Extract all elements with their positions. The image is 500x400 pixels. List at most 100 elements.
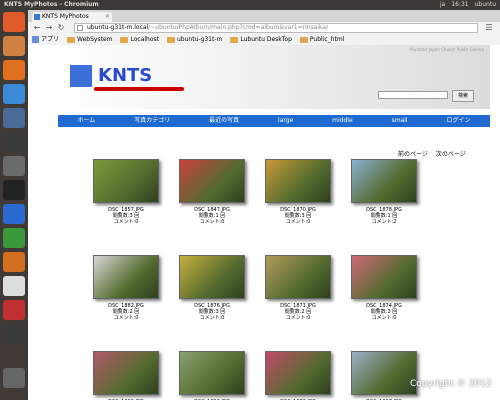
photo-card[interactable]: DSC_1860.JPG閲覧数:0 回コメント:0 xyxy=(86,351,166,400)
calc-icon[interactable] xyxy=(3,228,25,248)
nav-small[interactable]: small xyxy=(386,115,414,127)
url-path: /~ubuntu/PhpAlbum/main.php?cmd=album&var… xyxy=(148,24,329,31)
chromium-icon[interactable] xyxy=(3,84,25,104)
nav-recent[interactable]: 最近の写真 xyxy=(203,115,245,127)
photo-thumbnail[interactable] xyxy=(265,255,331,299)
site-logo[interactable]: KNTS xyxy=(70,59,190,93)
nav-large[interactable]: large xyxy=(272,115,299,127)
search-input[interactable] xyxy=(378,91,448,99)
toolbar: ← → ↻ ubuntu-g31t-m.local/~ubuntu/PhpAlb… xyxy=(28,22,500,34)
bookmark-lubuntu-desktop[interactable]: Lubuntu DeskTop xyxy=(230,34,292,45)
console-icon[interactable] xyxy=(3,180,25,200)
bookmark-label: Public_html xyxy=(309,36,345,43)
bookmark-apps[interactable]: アプリ xyxy=(32,34,59,45)
photo-comments: コメント:0 xyxy=(113,315,139,321)
browser-window: KNTS MyPhotos ✕ ← → ↻ ubuntu-g31t-m.loca… xyxy=(28,10,500,400)
photo-thumbnail[interactable] xyxy=(351,159,417,203)
workspace-icon[interactable] xyxy=(3,324,25,344)
dash-icon[interactable] xyxy=(3,12,25,32)
photo-card[interactable]: DSC_1871.JPG 閲覧数:2 回コメント:0 xyxy=(258,255,338,321)
clock[interactable]: 16:31 xyxy=(451,1,468,8)
bookmark-label: WebSystem xyxy=(77,36,113,43)
photo-thumbnail[interactable] xyxy=(93,255,159,299)
bookmark-websystem[interactable]: WebSystem xyxy=(67,34,112,45)
folder-icon xyxy=(67,36,76,43)
folder-icon xyxy=(167,36,175,43)
menu-icon[interactable]: ☰ xyxy=(484,23,494,33)
folder-icon xyxy=(299,36,308,43)
photo-card[interactable]: DSC_1882.JPG 閲覧数:2 回コメント:0 xyxy=(86,255,166,321)
user-menu[interactable]: ubuntu xyxy=(475,1,496,8)
photo-thumbnail[interactable] xyxy=(179,159,245,203)
tab-title: KNTS MyPhotos xyxy=(42,13,89,20)
bookmark-label: Localhost xyxy=(130,36,159,43)
address-bar[interactable]: ubuntu-g31t-m.local/~ubuntu/PhpAlbum/mai… xyxy=(74,23,478,33)
terminal-icon[interactable] xyxy=(3,132,25,152)
logo-text: KNTS xyxy=(98,65,153,86)
settings-icon[interactable] xyxy=(3,108,25,128)
apps-icon xyxy=(32,36,39,43)
window-title: KNTS MyPhotos - Chromium xyxy=(4,1,99,8)
bookmark-public-html[interactable]: Public_html xyxy=(299,34,345,45)
firefox-icon[interactable] xyxy=(3,60,25,80)
prev-page-link[interactable]: 前のページ xyxy=(398,149,428,158)
photo-comments: コメント:2 xyxy=(371,219,397,225)
thunderbird-icon[interactable] xyxy=(3,252,25,272)
photo-thumbnail[interactable] xyxy=(351,255,417,299)
photo-card[interactable]: DSC_1867.JPG閲覧数:0 回コメント:0 xyxy=(344,351,424,400)
photo-thumbnail[interactable] xyxy=(93,159,159,203)
bookmark-ubuntu-g31t-m[interactable]: ubuntu-g31t-m xyxy=(167,34,222,45)
folder-icon xyxy=(120,36,129,43)
close-tab-icon[interactable]: ✕ xyxy=(105,12,110,22)
input-method-indicator[interactable]: ja xyxy=(440,1,445,8)
text-editor-icon[interactable] xyxy=(3,156,25,176)
photo-thumbnail[interactable] xyxy=(351,351,417,395)
photo-thumbnail[interactable] xyxy=(265,351,331,395)
next-page-link[interactable]: 次のページ xyxy=(436,149,466,158)
photo-card[interactable]: DSC_1883.JPG閲覧数:3 回コメント:0 xyxy=(258,351,338,400)
web-page: KNTS Miyatake Japan Church Public Galler… xyxy=(28,45,500,400)
bookmark-localhost[interactable]: Localhost xyxy=(120,34,159,45)
photo-card[interactable]: DSC_1847.JPG 閲覧数:1 回コメント:0 xyxy=(172,159,252,225)
pager: 前のページ 次のページ xyxy=(398,149,466,158)
photo-card[interactable]: DSC_1870.JPG 閲覧数:3 回コメント:0 xyxy=(258,159,338,225)
photo-card[interactable]: DSC_1874.JPG 閲覧数:3 回コメント:0 xyxy=(344,255,424,321)
software-center-icon[interactable] xyxy=(3,300,25,320)
tab-knts-myphotos[interactable]: KNTS MyPhotos ✕ xyxy=(32,12,112,22)
forward-icon[interactable]: → xyxy=(44,23,54,33)
photo-thumbnail[interactable] xyxy=(179,351,245,395)
logo-swoosh xyxy=(94,87,184,91)
folder-icon xyxy=(230,36,239,43)
writer-icon[interactable] xyxy=(3,204,25,224)
photo-comments: コメント:0 xyxy=(113,219,139,225)
photo-card[interactable]: DSC_1876.JPG 閲覧数:3 回コメント:0 xyxy=(172,255,252,321)
page-info-icon[interactable] xyxy=(77,25,83,31)
nav-middle[interactable]: middle xyxy=(326,115,359,127)
photo-card[interactable]: DSC_1893.JPG閲覧数:3 回コメント:0 xyxy=(172,351,252,400)
photo-comments: コメント:0 xyxy=(285,219,311,225)
tab-strip: KNTS MyPhotos ✕ xyxy=(28,10,500,22)
files-icon[interactable] xyxy=(3,36,25,56)
back-icon[interactable]: ← xyxy=(32,23,42,33)
bookmark-label: アプリ xyxy=(41,36,60,43)
copyright-watermark: Copyright © 2012 xyxy=(410,379,492,389)
favicon-icon xyxy=(34,14,40,20)
document-icon[interactable] xyxy=(3,276,25,296)
photo-thumbnail[interactable] xyxy=(265,159,331,203)
photo-card[interactable]: DSC_1878.JPG 閲覧数:1 回コメント:2 xyxy=(344,159,424,225)
system-tray: ja 16:31 ubuntu xyxy=(440,1,496,8)
search-button[interactable]: 検索 xyxy=(452,90,474,102)
photo-comments: コメント:0 xyxy=(199,315,225,321)
trash-icon[interactable] xyxy=(3,368,25,388)
bookmark-label: ubuntu-g31t-m xyxy=(177,36,223,43)
photo-thumbnail[interactable] xyxy=(179,255,245,299)
url-host: ubuntu-g31t-m.local xyxy=(87,24,149,31)
nav-categories[interactable]: 写真カテゴリ xyxy=(128,115,176,127)
nav-login[interactable]: ログイン xyxy=(440,115,476,127)
photo-comments: コメント:0 xyxy=(371,315,397,321)
nav-home[interactable]: ホーム xyxy=(71,115,101,127)
photo-card[interactable]: DSC_1857.JPG 閲覧数:3 回コメント:0 xyxy=(86,159,166,225)
photo-comments: コメント:0 xyxy=(285,315,311,321)
photo-thumbnail[interactable] xyxy=(93,351,159,395)
reload-icon[interactable]: ↻ xyxy=(56,23,66,33)
